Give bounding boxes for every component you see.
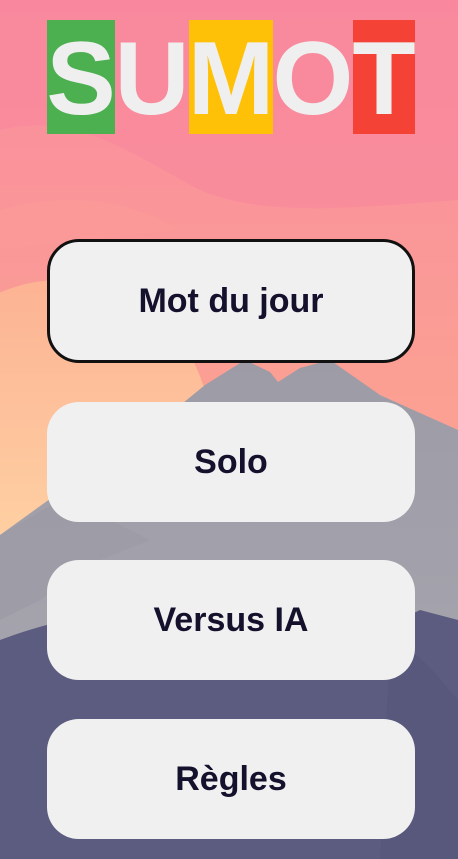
rules-button[interactable]: Règles (47, 719, 415, 839)
solo-label: Solo (194, 442, 268, 481)
logo-letter-m: M (187, 20, 275, 137)
sumot-logo: S U M O T (46, 20, 416, 137)
logo-letter-o: O (272, 21, 354, 137)
solo-button[interactable]: Solo (47, 402, 415, 522)
versus-ai-button[interactable]: Versus IA (47, 560, 415, 680)
daily-word-label: Mot du jour (138, 281, 324, 320)
daily-word-button[interactable]: Mot du jour (47, 239, 415, 363)
versus-ai-label: Versus IA (153, 600, 309, 639)
rules-label: Règles (175, 759, 287, 798)
logo-letter-u: U (114, 21, 190, 137)
logo-letter-s: S (46, 20, 116, 137)
logo-letter-t: T (352, 20, 416, 137)
